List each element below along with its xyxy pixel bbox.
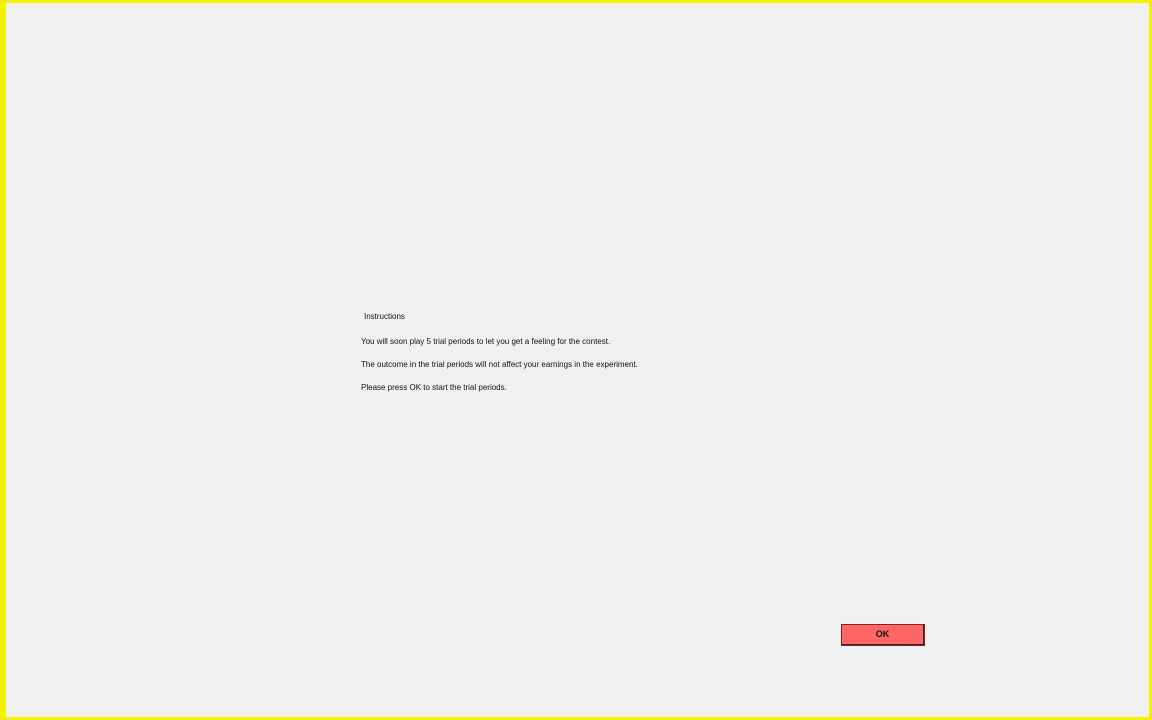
ok-button[interactable]: OK bbox=[841, 624, 925, 646]
instructions-line-trial-periods: You will soon play 5 trial periods to le… bbox=[361, 337, 611, 346]
instructions-line-press-ok: Please press OK to start the trial perio… bbox=[361, 383, 507, 392]
instructions-panel: Instructions You will soon play 5 trial … bbox=[361, 311, 781, 405]
instructions-line-earnings: The outcome in the trial periods will no… bbox=[361, 360, 638, 369]
instructions-title: Instructions bbox=[364, 312, 405, 321]
application-window: Instructions You will soon play 5 trial … bbox=[0, 0, 1152, 720]
